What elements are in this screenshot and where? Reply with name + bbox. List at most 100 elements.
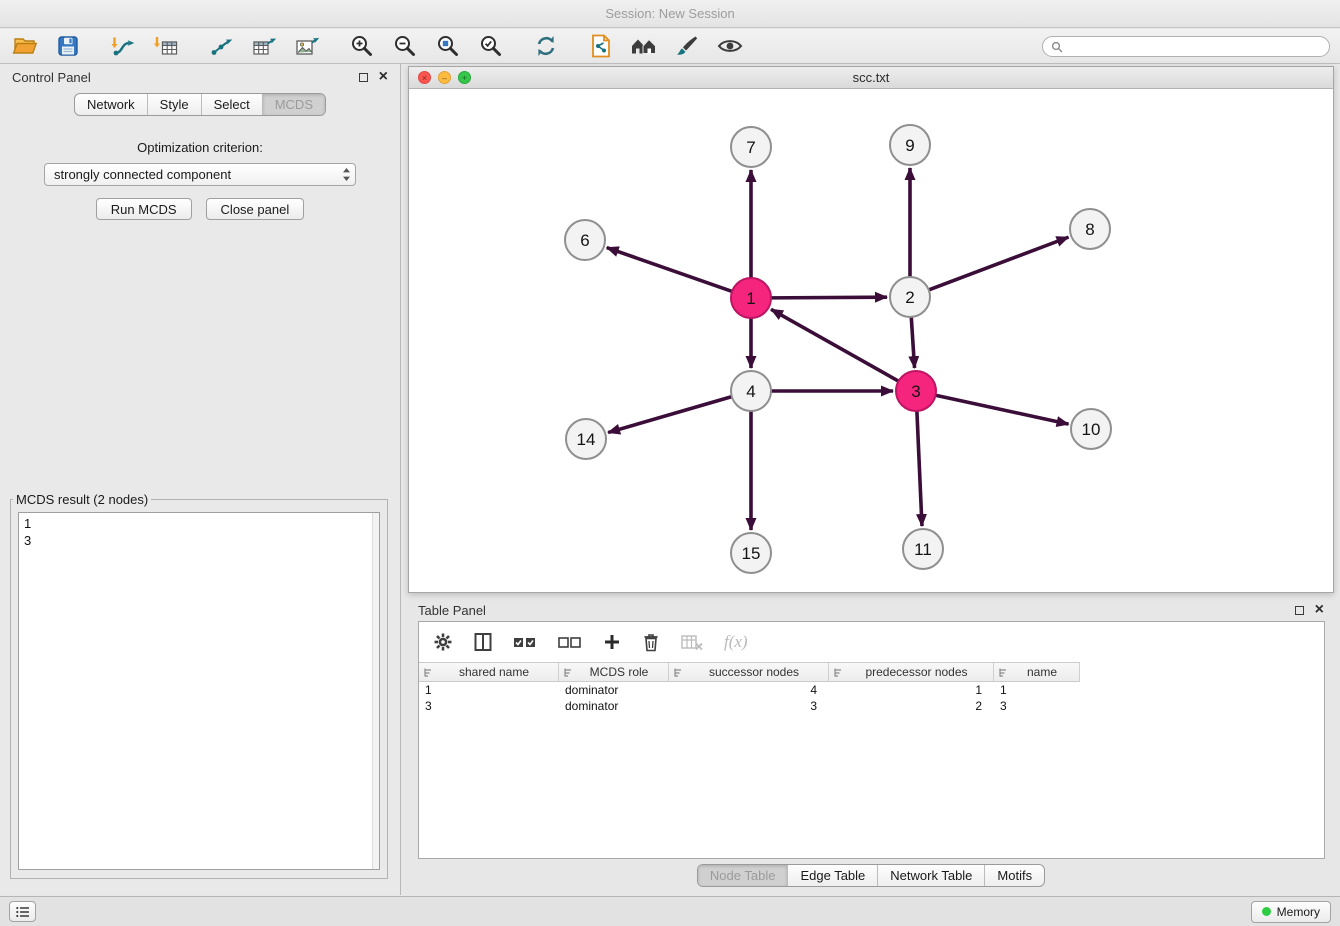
result-scrollbar[interactable] xyxy=(372,513,379,869)
control-panel-header: Control Panel × xyxy=(0,64,400,90)
node-11[interactable]: 11 xyxy=(903,529,943,569)
export-network-button[interactable] xyxy=(204,31,238,61)
network-window-title: scc.txt xyxy=(853,70,890,85)
tab-node-table[interactable]: Node Table xyxy=(698,865,788,886)
dropdown-arrows-icon xyxy=(342,167,351,182)
apply-style-button[interactable] xyxy=(670,31,704,61)
first-neighbors-button[interactable] xyxy=(627,31,661,61)
search-box[interactable] xyxy=(1042,36,1330,57)
float-panel-icon[interactable] xyxy=(359,73,368,82)
node-7[interactable]: 7 xyxy=(731,127,771,167)
search-input[interactable] xyxy=(1068,40,1321,54)
float-table-panel-icon[interactable] xyxy=(1295,606,1304,615)
table-panel: Table Panel × xyxy=(408,597,1334,889)
edge-1-6[interactable] xyxy=(607,248,732,292)
node-15[interactable]: 15 xyxy=(731,533,771,573)
node-10[interactable]: 10 xyxy=(1071,409,1111,449)
network-window-titlebar[interactable]: × – + scc.txt xyxy=(409,67,1333,89)
node-1[interactable]: 1 xyxy=(731,278,771,318)
save-session-button[interactable] xyxy=(51,31,85,61)
import-table-button[interactable] xyxy=(149,31,183,61)
show-details-button[interactable] xyxy=(713,31,747,61)
table-settings-button[interactable] xyxy=(433,632,453,652)
tab-select[interactable]: Select xyxy=(201,94,262,115)
export-network-icon xyxy=(208,34,234,58)
window-close-icon[interactable]: × xyxy=(418,71,431,84)
panel-list-button[interactable] xyxy=(9,901,36,922)
deselect-all-rows-button[interactable] xyxy=(558,634,582,650)
window-titlebar[interactable]: Session: New Session xyxy=(0,0,1340,28)
node-9[interactable]: 9 xyxy=(890,125,930,165)
mcds-result-text[interactable]: 13 xyxy=(18,512,380,870)
table-row[interactable]: 1dominator411 xyxy=(419,682,1324,698)
close-table-panel-icon[interactable]: × xyxy=(1315,604,1324,616)
table-row[interactable]: 3dominator323 xyxy=(419,698,1324,714)
delete-table-icon xyxy=(681,633,703,651)
tab-style[interactable]: Style xyxy=(147,94,201,115)
column-header-shared-name[interactable]: shared name xyxy=(419,663,559,681)
node-14[interactable]: 14 xyxy=(566,419,606,459)
svg-text:1: 1 xyxy=(746,289,755,308)
tab-motifs[interactable]: Motifs xyxy=(984,865,1044,886)
tab-network-table[interactable]: Network Table xyxy=(877,865,984,886)
tab-network[interactable]: Network xyxy=(75,94,147,115)
add-row-button[interactable] xyxy=(603,633,621,651)
run-mcds-button[interactable]: Run MCDS xyxy=(96,198,192,220)
save-icon xyxy=(56,34,80,58)
column-header-MCDS-role[interactable]: MCDS role xyxy=(559,663,669,681)
node-3[interactable]: 3 xyxy=(896,371,936,411)
zoom-selected-icon xyxy=(478,33,504,59)
select-all-rows-button[interactable] xyxy=(513,634,537,650)
edge-1-2[interactable] xyxy=(771,297,887,298)
criterion-select[interactable]: strongly connected component xyxy=(44,163,356,186)
table-panel-header: Table Panel × xyxy=(408,597,1334,623)
import-network-button[interactable] xyxy=(106,31,140,61)
node-2[interactable]: 2 xyxy=(890,277,930,317)
column-header-predecessor-nodes[interactable]: predecessor nodes xyxy=(829,663,994,681)
edge-3-1[interactable] xyxy=(771,309,899,381)
columns-icon xyxy=(474,632,492,652)
close-panel-button[interactable]: Close panel xyxy=(206,198,305,220)
refresh-layout-button[interactable] xyxy=(529,31,563,61)
export-table-button[interactable] xyxy=(247,31,281,61)
memory-button[interactable]: Memory xyxy=(1251,901,1331,923)
network-window: × – + scc.txt 7 9 6 8 1 2 4 3 14 10 15 11 xyxy=(408,66,1334,593)
close-panel-icon[interactable]: × xyxy=(379,71,388,83)
table-cell: 1 xyxy=(419,683,559,697)
delete-table-button[interactable] xyxy=(681,633,703,651)
export-image-button[interactable] xyxy=(290,31,324,61)
function-builder-button[interactable]: f(x) xyxy=(724,632,748,652)
zoom-selected-button[interactable] xyxy=(474,31,508,61)
node-4[interactable]: 4 xyxy=(731,371,771,411)
table-cell: dominator xyxy=(559,683,669,697)
list-icon xyxy=(16,906,30,918)
node-6[interactable]: 6 xyxy=(565,220,605,260)
column-visibility-button[interactable] xyxy=(474,632,492,652)
column-header-name[interactable]: name xyxy=(994,663,1080,681)
window-zoom-icon[interactable]: + xyxy=(458,71,471,84)
zoom-fit-button[interactable] xyxy=(431,31,465,61)
edge-3-11[interactable] xyxy=(917,411,922,526)
node-8[interactable]: 8 xyxy=(1070,209,1110,249)
tab-mcds[interactable]: MCDS xyxy=(262,94,325,115)
control-panel: Control Panel × NetworkStyleSelectMCDS O… xyxy=(0,64,401,895)
edge-3-10[interactable] xyxy=(936,395,1069,424)
copy-network-button[interactable] xyxy=(584,31,618,61)
delete-row-button[interactable] xyxy=(642,632,660,652)
table-cell: 3 xyxy=(669,699,829,713)
column-header-successor-nodes[interactable]: successor nodes xyxy=(669,663,829,681)
zoom-out-button[interactable] xyxy=(388,31,422,61)
table-cell: dominator xyxy=(559,699,669,713)
export-image-icon xyxy=(294,34,320,58)
zoom-in-button[interactable] xyxy=(345,31,379,61)
status-bar: Memory xyxy=(0,896,1340,926)
edge-2-8[interactable] xyxy=(929,237,1069,290)
window-minimize-icon[interactable]: – xyxy=(438,71,451,84)
main-toolbar xyxy=(0,29,1340,64)
edge-4-14[interactable] xyxy=(608,397,732,433)
open-session-button[interactable] xyxy=(8,31,42,61)
edge-2-3[interactable] xyxy=(911,317,914,368)
tab-edge-table[interactable]: Edge Table xyxy=(787,865,877,886)
network-canvas[interactable]: 7 9 6 8 1 2 4 3 14 10 15 11 xyxy=(409,89,1333,592)
refresh-icon xyxy=(533,33,559,59)
